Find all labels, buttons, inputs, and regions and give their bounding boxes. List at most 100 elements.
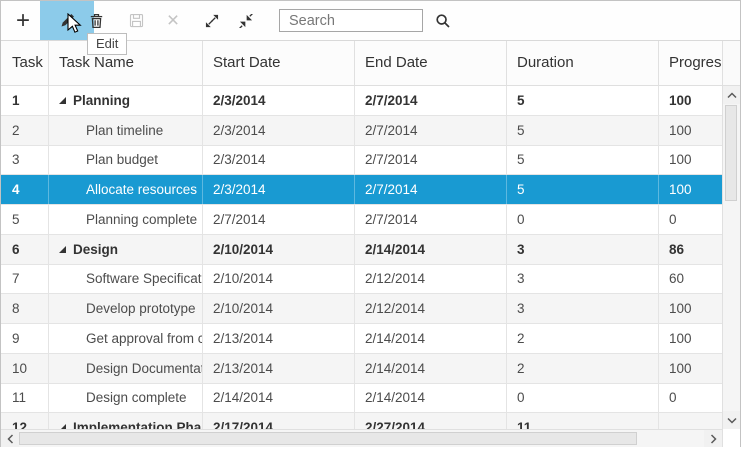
cell-id: 7	[1, 265, 49, 294]
table-row[interactable]: 3Plan budget2/3/20142/7/20145100	[1, 146, 722, 176]
progress-text: 100	[669, 123, 692, 138]
scroll-left-button[interactable]	[1, 430, 19, 447]
cell-duration: 2	[507, 354, 659, 383]
vertical-scrollbar-thumb[interactable]	[725, 105, 737, 201]
cell-progress: 0	[659, 384, 722, 413]
cell-duration: 5	[507, 116, 659, 145]
cell-end: 2/14/2014	[355, 324, 507, 353]
close-icon: ×	[167, 9, 179, 33]
end-text: 2/14/2014	[365, 331, 425, 346]
end-text: 2/7/2014	[365, 212, 418, 227]
name-text: Design complete	[86, 390, 187, 405]
cell-end: 2/12/2014	[355, 265, 507, 294]
cell-end: 2/27/2014	[355, 413, 507, 429]
cell-progress: 100	[659, 354, 722, 383]
scroll-down-button[interactable]	[723, 411, 740, 429]
name-text: Planning complete	[86, 212, 197, 227]
search-input[interactable]	[279, 9, 423, 32]
chevron-right-icon	[710, 434, 717, 444]
cell-id: 2	[1, 116, 49, 145]
scroll-right-button[interactable]	[704, 430, 722, 447]
duration-text: 5	[517, 123, 525, 138]
cell-duration: 0	[507, 384, 659, 413]
horizontal-scrollbar-thumb[interactable]	[19, 432, 637, 445]
table-row[interactable]: 11Design complete2/14/20142/14/201400	[1, 384, 722, 414]
cell-start: 2/10/2014	[203, 235, 355, 264]
table-row[interactable]: 10Design Documentation2/13/20142/14/2014…	[1, 354, 722, 384]
cell-progress: 100	[659, 86, 722, 115]
id-text: 12	[12, 420, 27, 429]
table-row[interactable]: 6Design2/10/20142/14/2014386	[1, 235, 722, 265]
table-row[interactable]: 5Planning complete2/7/20142/7/201400	[1, 205, 722, 235]
cell-start: 2/13/2014	[203, 354, 355, 383]
cell-start: 2/3/2014	[203, 86, 355, 115]
search-icon	[435, 13, 451, 29]
scroll-up-button[interactable]	[723, 86, 740, 104]
progress-text: 100	[669, 182, 692, 197]
horizontal-scrollbar[interactable]	[1, 429, 722, 447]
duration-text: 0	[517, 212, 525, 227]
cell-progress: 60	[659, 265, 722, 294]
table-row[interactable]: 7 Software Specification 2/10/2014 2/12/201…	[1, 265, 722, 295]
id-text: 4	[12, 182, 20, 197]
name-text: Planning	[73, 93, 130, 108]
duration-text: 5	[517, 182, 525, 197]
end-text: 2/7/2014	[365, 93, 418, 108]
cell-duration: 11	[507, 413, 659, 429]
header-scrollbar-filler	[722, 41, 740, 86]
duration-text: 5	[517, 152, 525, 167]
add-button[interactable]: +	[5, 1, 41, 40]
name-text: Design	[73, 242, 118, 257]
name-text: Design Documentation	[86, 361, 203, 376]
duration-text: 2	[517, 361, 525, 376]
start-text: 2/10/2014	[213, 271, 273, 286]
collapse-triangle-icon[interactable]	[59, 97, 66, 104]
column-header-task-id[interactable]: Task Id	[1, 41, 49, 85]
progress-text: 0	[669, 390, 677, 405]
cell-progress: 100	[659, 175, 722, 204]
mouse-cursor-icon	[67, 13, 83, 39]
duration-text: 3	[517, 271, 525, 286]
expand-arrows-icon	[205, 14, 219, 28]
cell-start: 2/14/2014	[203, 384, 355, 413]
cell-duration: 3	[507, 265, 659, 294]
expand-all-button[interactable]	[197, 1, 227, 40]
cell-duration: 3	[507, 294, 659, 323]
collapse-all-button[interactable]	[231, 1, 261, 40]
vertical-scrollbar[interactable]	[722, 86, 740, 429]
cell-end: 2/7/2014	[355, 146, 507, 175]
column-header-duration[interactable]: Duration	[507, 41, 659, 85]
cell-end: 2/14/2014	[355, 235, 507, 264]
end-text: 2/12/2014	[365, 301, 425, 316]
table-row[interactable]: 8Develop prototype2/10/20142/12/20143100	[1, 294, 722, 324]
end-text: 2/7/2014	[365, 123, 418, 138]
end-text: 2/7/2014	[365, 182, 418, 197]
table-row[interactable]: 12Implementation Phase2/17/20142/27/2014…	[1, 413, 722, 429]
column-header-start-date[interactable]: Start Date	[203, 41, 355, 85]
grid-body: 1Planning2/3/20142/7/201451002Plan timel…	[1, 86, 722, 429]
progress-text: 60	[669, 271, 684, 286]
search-button[interactable]	[429, 1, 457, 40]
cancel-button[interactable]: ×	[158, 1, 188, 40]
id-text: 7	[12, 271, 20, 286]
column-header-end-date[interactable]: End Date	[355, 41, 507, 85]
table-row[interactable]: 1Planning2/3/20142/7/20145100	[1, 86, 722, 116]
table-row[interactable]: 4Allocate resources2/3/20142/7/20145100	[1, 175, 722, 205]
cell-name: Develop prototype	[49, 294, 203, 323]
table-row[interactable]: 9Get approval from customer2/13/20142/14…	[1, 324, 722, 354]
id-text: 6	[12, 242, 20, 257]
progress-text: 100	[669, 93, 692, 108]
cell-name: Design Documentation	[49, 354, 203, 383]
start-text: 2/3/2014	[213, 182, 266, 197]
collapse-triangle-icon[interactable]	[59, 246, 66, 253]
table-row[interactable]: 2Plan timeline2/3/20142/7/20145100	[1, 116, 722, 146]
cell-id: 12	[1, 413, 49, 429]
cell-end: 2/7/2014	[355, 86, 507, 115]
cell-duration: 5	[507, 175, 659, 204]
start-text: 2/14/2014	[213, 390, 273, 405]
column-header-progress[interactable]: Progress	[659, 41, 722, 85]
chevron-down-icon	[727, 417, 737, 424]
edit-tooltip: Edit	[87, 33, 127, 55]
name-text: Plan budget	[86, 152, 158, 167]
cell-name: Software Specification	[49, 265, 203, 294]
